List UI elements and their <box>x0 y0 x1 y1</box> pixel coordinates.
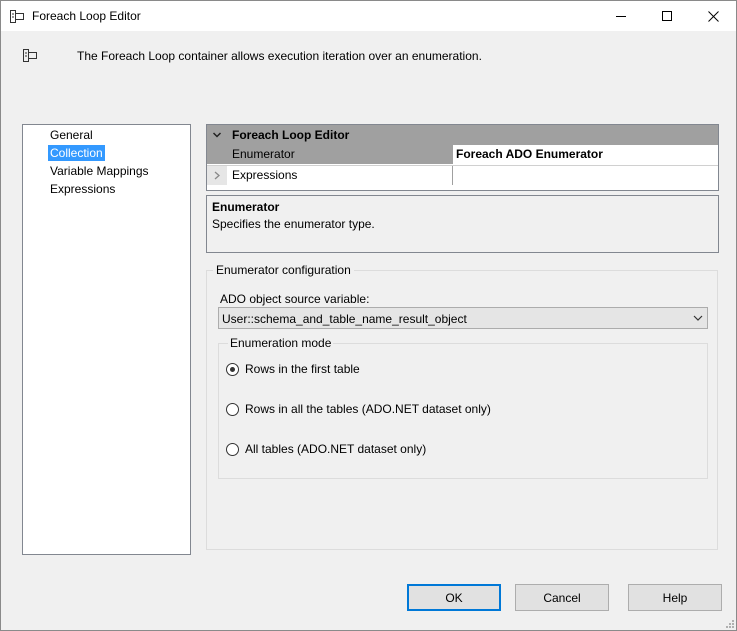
close-button[interactable] <box>690 1 736 31</box>
page-navigation: General Collection Variable Mappings Exp… <box>22 124 191 555</box>
mode-rows-first-table[interactable]: Rows in the first table <box>226 361 360 377</box>
property-description-panel: Enumerator Specifies the enumerator type… <box>206 195 719 253</box>
minimize-icon <box>616 16 626 17</box>
cancel-button[interactable]: Cancel <box>515 584 609 611</box>
nav-item-collection[interactable]: Collection <box>48 145 105 161</box>
close-icon <box>707 10 719 22</box>
foreach-loop-editor-window: Foreach Loop Editor The Foreach Loop con… <box>0 0 737 631</box>
ado-source-value: User::schema_and_table_name_result_objec… <box>222 312 467 326</box>
enumerator-configuration-group: Enumerator configuration ADO object sour… <box>206 263 718 550</box>
foreach-loop-icon <box>10 10 24 23</box>
mode-rows-all-tables[interactable]: Rows in all the tables (ADO.NET dataset … <box>226 401 491 417</box>
resize-grip-icon[interactable] <box>724 618 734 628</box>
description-title: Enumerator <box>212 200 280 214</box>
property-name: Expressions <box>227 166 452 185</box>
enumeration-mode-group: Enumeration mode Rows in the first table… <box>218 336 708 479</box>
header-description: The Foreach Loop container allows execut… <box>77 49 482 63</box>
nav-item-variable-mappings[interactable]: Variable Mappings <box>48 163 151 179</box>
expand-chevron-icon[interactable] <box>213 171 221 180</box>
mode-all-tables[interactable]: All tables (ADO.NET dataset only) <box>226 441 426 457</box>
maximize-icon <box>662 11 672 21</box>
title-bar: Foreach Loop Editor <box>1 1 736 31</box>
radio-label: All tables (ADO.NET dataset only) <box>245 442 427 456</box>
collapse-chevron-icon[interactable] <box>212 130 222 140</box>
radio-label: Rows in all the tables (ADO.NET dataset … <box>245 402 491 416</box>
row-gutter <box>207 166 227 185</box>
radio-button[interactable] <box>226 402 239 416</box>
property-value-text: Foreach ADO Enumerator <box>456 147 603 161</box>
chevron-down-icon <box>693 315 703 321</box>
help-button[interactable]: Help <box>628 584 722 611</box>
property-category[interactable]: Foreach Loop Editor <box>207 125 718 145</box>
ado-source-label: ADO object source variable: <box>220 292 370 306</box>
radio-button[interactable] <box>226 442 239 456</box>
minimize-button[interactable] <box>598 1 644 31</box>
ok-button[interactable]: OK <box>407 584 501 611</box>
nav-item-expressions[interactable]: Expressions <box>48 181 117 197</box>
row-gutter <box>207 145 227 164</box>
radio-label: Rows in the first table <box>245 362 360 376</box>
enumeration-mode-title: Enumeration mode <box>228 336 334 350</box>
foreach-loop-header-icon <box>23 49 37 62</box>
property-value-enumerator[interactable]: Foreach ADO Enumerator <box>452 145 718 164</box>
nav-item-general[interactable]: General <box>48 127 95 143</box>
property-row-enumerator[interactable]: Enumerator Foreach ADO Enumerator <box>207 145 718 164</box>
group-title: Enumerator configuration <box>213 263 354 277</box>
description-text: Specifies the enumerator type. <box>212 217 375 231</box>
property-category-label: Foreach Loop Editor <box>232 128 350 142</box>
maximize-button[interactable] <box>644 1 690 31</box>
radio-button[interactable] <box>226 362 239 376</box>
property-name: Enumerator <box>227 145 452 164</box>
window-title: Foreach Loop Editor <box>32 9 141 23</box>
property-value-expressions[interactable] <box>452 166 718 185</box>
property-row-expressions[interactable]: Expressions <box>207 165 718 185</box>
ado-source-variable-dropdown[interactable]: User::schema_and_table_name_result_objec… <box>218 307 708 329</box>
property-grid: Foreach Loop Editor Enumerator Foreach A… <box>206 124 719 191</box>
